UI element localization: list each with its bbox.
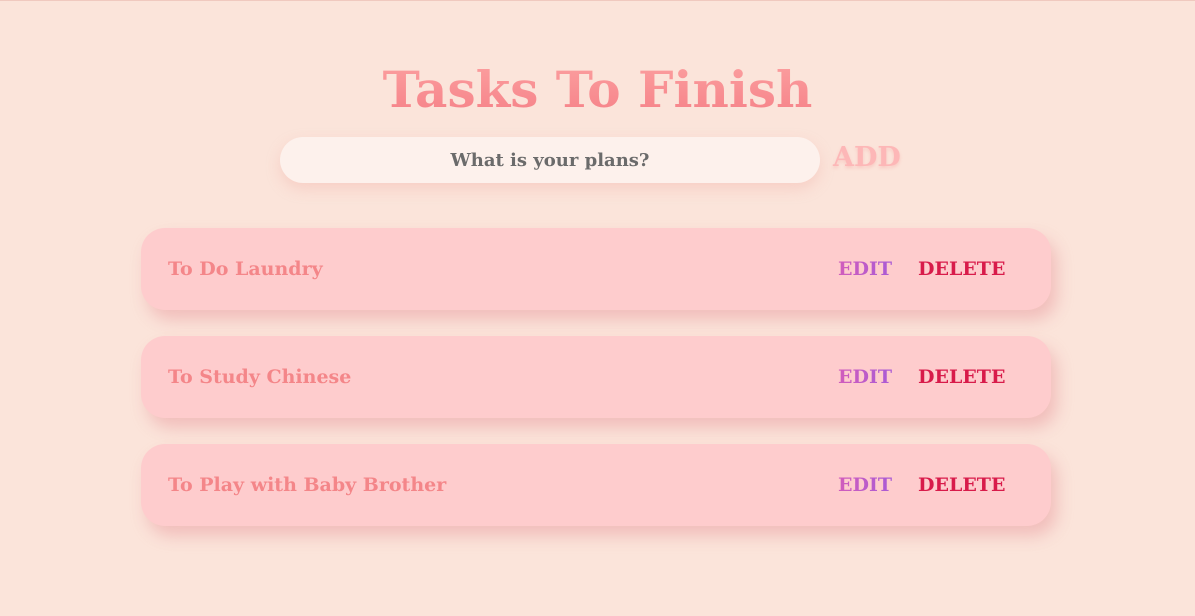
delete-button[interactable]: DELETE — [918, 444, 1008, 526]
edit-button[interactable]: EDIT — [838, 336, 894, 418]
task-input-container — [280, 137, 820, 183]
delete-button[interactable]: DELETE — [918, 336, 1008, 418]
task-text: To Study Chinese — [168, 366, 352, 388]
edit-button[interactable]: EDIT — [838, 228, 894, 310]
task-input[interactable] — [280, 137, 820, 183]
task-item: To Do Laundry EDIT DELETE — [141, 228, 1051, 310]
task-item: To Study Chinese EDIT DELETE — [141, 336, 1051, 418]
task-text: To Play with Baby Brother — [168, 474, 447, 496]
edit-button[interactable]: EDIT — [838, 444, 894, 526]
top-divider — [0, 0, 1195, 1]
delete-button[interactable]: DELETE — [918, 228, 1008, 310]
add-button[interactable]: ADD — [833, 140, 913, 174]
page-title: Tasks To Finish — [0, 58, 1195, 122]
task-item: To Play with Baby Brother EDIT DELETE — [141, 444, 1051, 526]
task-list: To Do Laundry EDIT DELETE To Study Chine… — [141, 228, 1051, 552]
todo-app: Tasks To Finish ADD To Do Laundry EDIT D… — [0, 0, 1195, 616]
task-text: To Do Laundry — [168, 258, 323, 280]
